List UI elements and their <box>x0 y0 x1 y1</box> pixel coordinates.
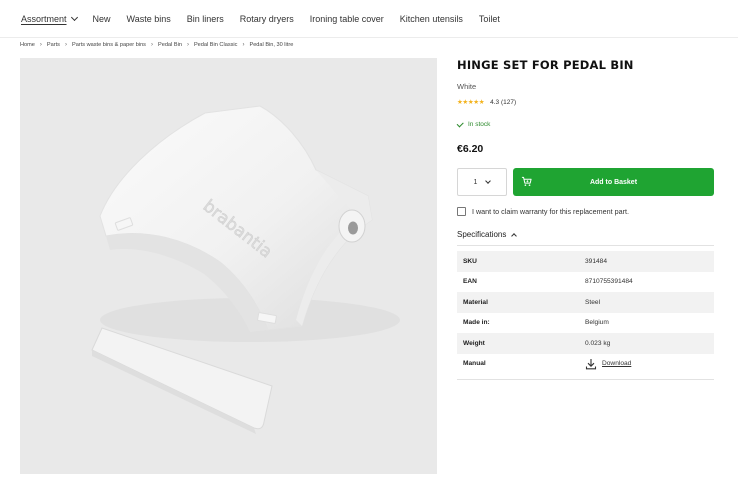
table-row: Weight 0.023 kg <box>457 333 714 354</box>
specifications-toggle[interactable]: Specifications <box>457 230 714 239</box>
breadcrumb-home[interactable]: Home <box>20 42 35 48</box>
spec-value: Belgium <box>585 319 609 327</box>
stock-text: In stock <box>468 121 491 128</box>
divider <box>457 379 714 380</box>
buy-row: 1 Add to Basket <box>457 168 714 196</box>
spec-value: Steel <box>585 298 601 306</box>
nav-item-kitchen-utensils[interactable]: Kitchen utensils <box>400 14 463 24</box>
download-icon[interactable] <box>585 358 597 370</box>
chevron-right-icon: › <box>39 42 42 48</box>
spec-key: SKU <box>463 257 477 265</box>
spec-key: Material <box>463 298 488 306</box>
table-row: EAN 8710755391484 <box>457 272 714 293</box>
table-row: Material Steel <box>457 292 714 313</box>
breadcrumb-pedal-bin-classic[interactable]: Pedal Bin Classic <box>194 42 238 48</box>
chevron-down-icon <box>485 177 492 184</box>
main-nav: Assortment New Waste bins Bin liners Rot… <box>0 0 738 38</box>
warranty-row: I want to claim warranty for this replac… <box>457 207 714 216</box>
breadcrumb-current: Pedal Bin, 30 litre <box>249 42 294 48</box>
nav-item-waste-bins[interactable]: Waste bins <box>127 14 171 24</box>
table-row: Made in: Belgium <box>457 313 714 334</box>
rating-text: 4.3 (127) <box>490 98 517 106</box>
nav-item-bin-liners[interactable]: Bin liners <box>187 14 224 24</box>
warranty-checkbox[interactable] <box>457 207 466 216</box>
table-row: Manual Download <box>457 354 714 375</box>
chevron-up-icon <box>511 232 518 239</box>
breadcrumb-parts[interactable]: Parts <box>47 42 60 48</box>
check-icon <box>456 120 464 127</box>
spec-value: 0.023 kg <box>585 339 611 347</box>
nav-item-rotary-dryers[interactable]: Rotary dryers <box>240 14 294 24</box>
spec-key: Manual <box>463 360 486 368</box>
chevron-down-icon <box>70 13 78 21</box>
chevron-right-icon: › <box>150 42 153 48</box>
warranty-label[interactable]: I want to claim warranty for this replac… <box>472 207 629 216</box>
product-price: €6.20 <box>457 143 484 155</box>
product-rating[interactable]: ★★★★★ 4.3 (127) <box>457 98 714 107</box>
breadcrumb: Home › Parts › Parts waste bins & paper … <box>20 40 293 50</box>
nav-item-label: Assortment <box>21 13 67 24</box>
chevron-right-icon: › <box>64 42 67 48</box>
nav-item-assortment[interactable]: Assortment <box>21 13 78 24</box>
spec-value: 391484 <box>585 257 608 265</box>
nav-item-ironing-table-cover[interactable]: Ironing table cover <box>310 14 384 24</box>
breadcrumb-pedal-bin[interactable]: Pedal Bin <box>158 42 182 48</box>
specifications-title: Specifications <box>457 230 507 239</box>
spec-key: Weight <box>463 339 485 347</box>
spec-value: Download <box>585 358 631 370</box>
product-info: HINGE SET FOR PEDAL BIN White ★★★★★ 4.3 … <box>456 58 714 380</box>
quantity-value: 1 <box>473 178 478 186</box>
spec-key: Made in: <box>463 319 490 327</box>
spec-key: EAN <box>463 278 477 286</box>
add-to-basket-button[interactable]: Add to Basket <box>513 168 714 196</box>
divider <box>457 245 714 246</box>
product-image: brabantia <box>20 58 437 474</box>
breadcrumb-parts-waste-bins[interactable]: Parts waste bins & paper bins <box>72 42 146 48</box>
quantity-select[interactable]: 1 <box>457 168 507 196</box>
nav-item-toilet[interactable]: Toilet <box>479 14 500 24</box>
manual-download-link[interactable]: Download <box>602 360 631 367</box>
spec-value: 8710755391484 <box>585 278 633 286</box>
nav-item-new[interactable]: New <box>93 14 111 24</box>
add-to-basket-label: Add to Basket <box>589 178 638 186</box>
specifications-table: SKU 391484 EAN 8710755391484 Material St… <box>457 251 714 374</box>
stock-status: In stock <box>456 120 714 128</box>
product-variant: White <box>457 82 477 91</box>
cart-icon <box>521 176 532 186</box>
product-title: HINGE SET FOR PEDAL BIN <box>457 58 634 72</box>
star-rating-icon: ★★★★★ <box>457 99 485 106</box>
hinge-set-illustration: brabantia <box>91 105 400 434</box>
chevron-right-icon: › <box>242 42 245 48</box>
table-row: SKU 391484 <box>457 251 714 272</box>
chevron-right-icon: › <box>186 42 189 48</box>
